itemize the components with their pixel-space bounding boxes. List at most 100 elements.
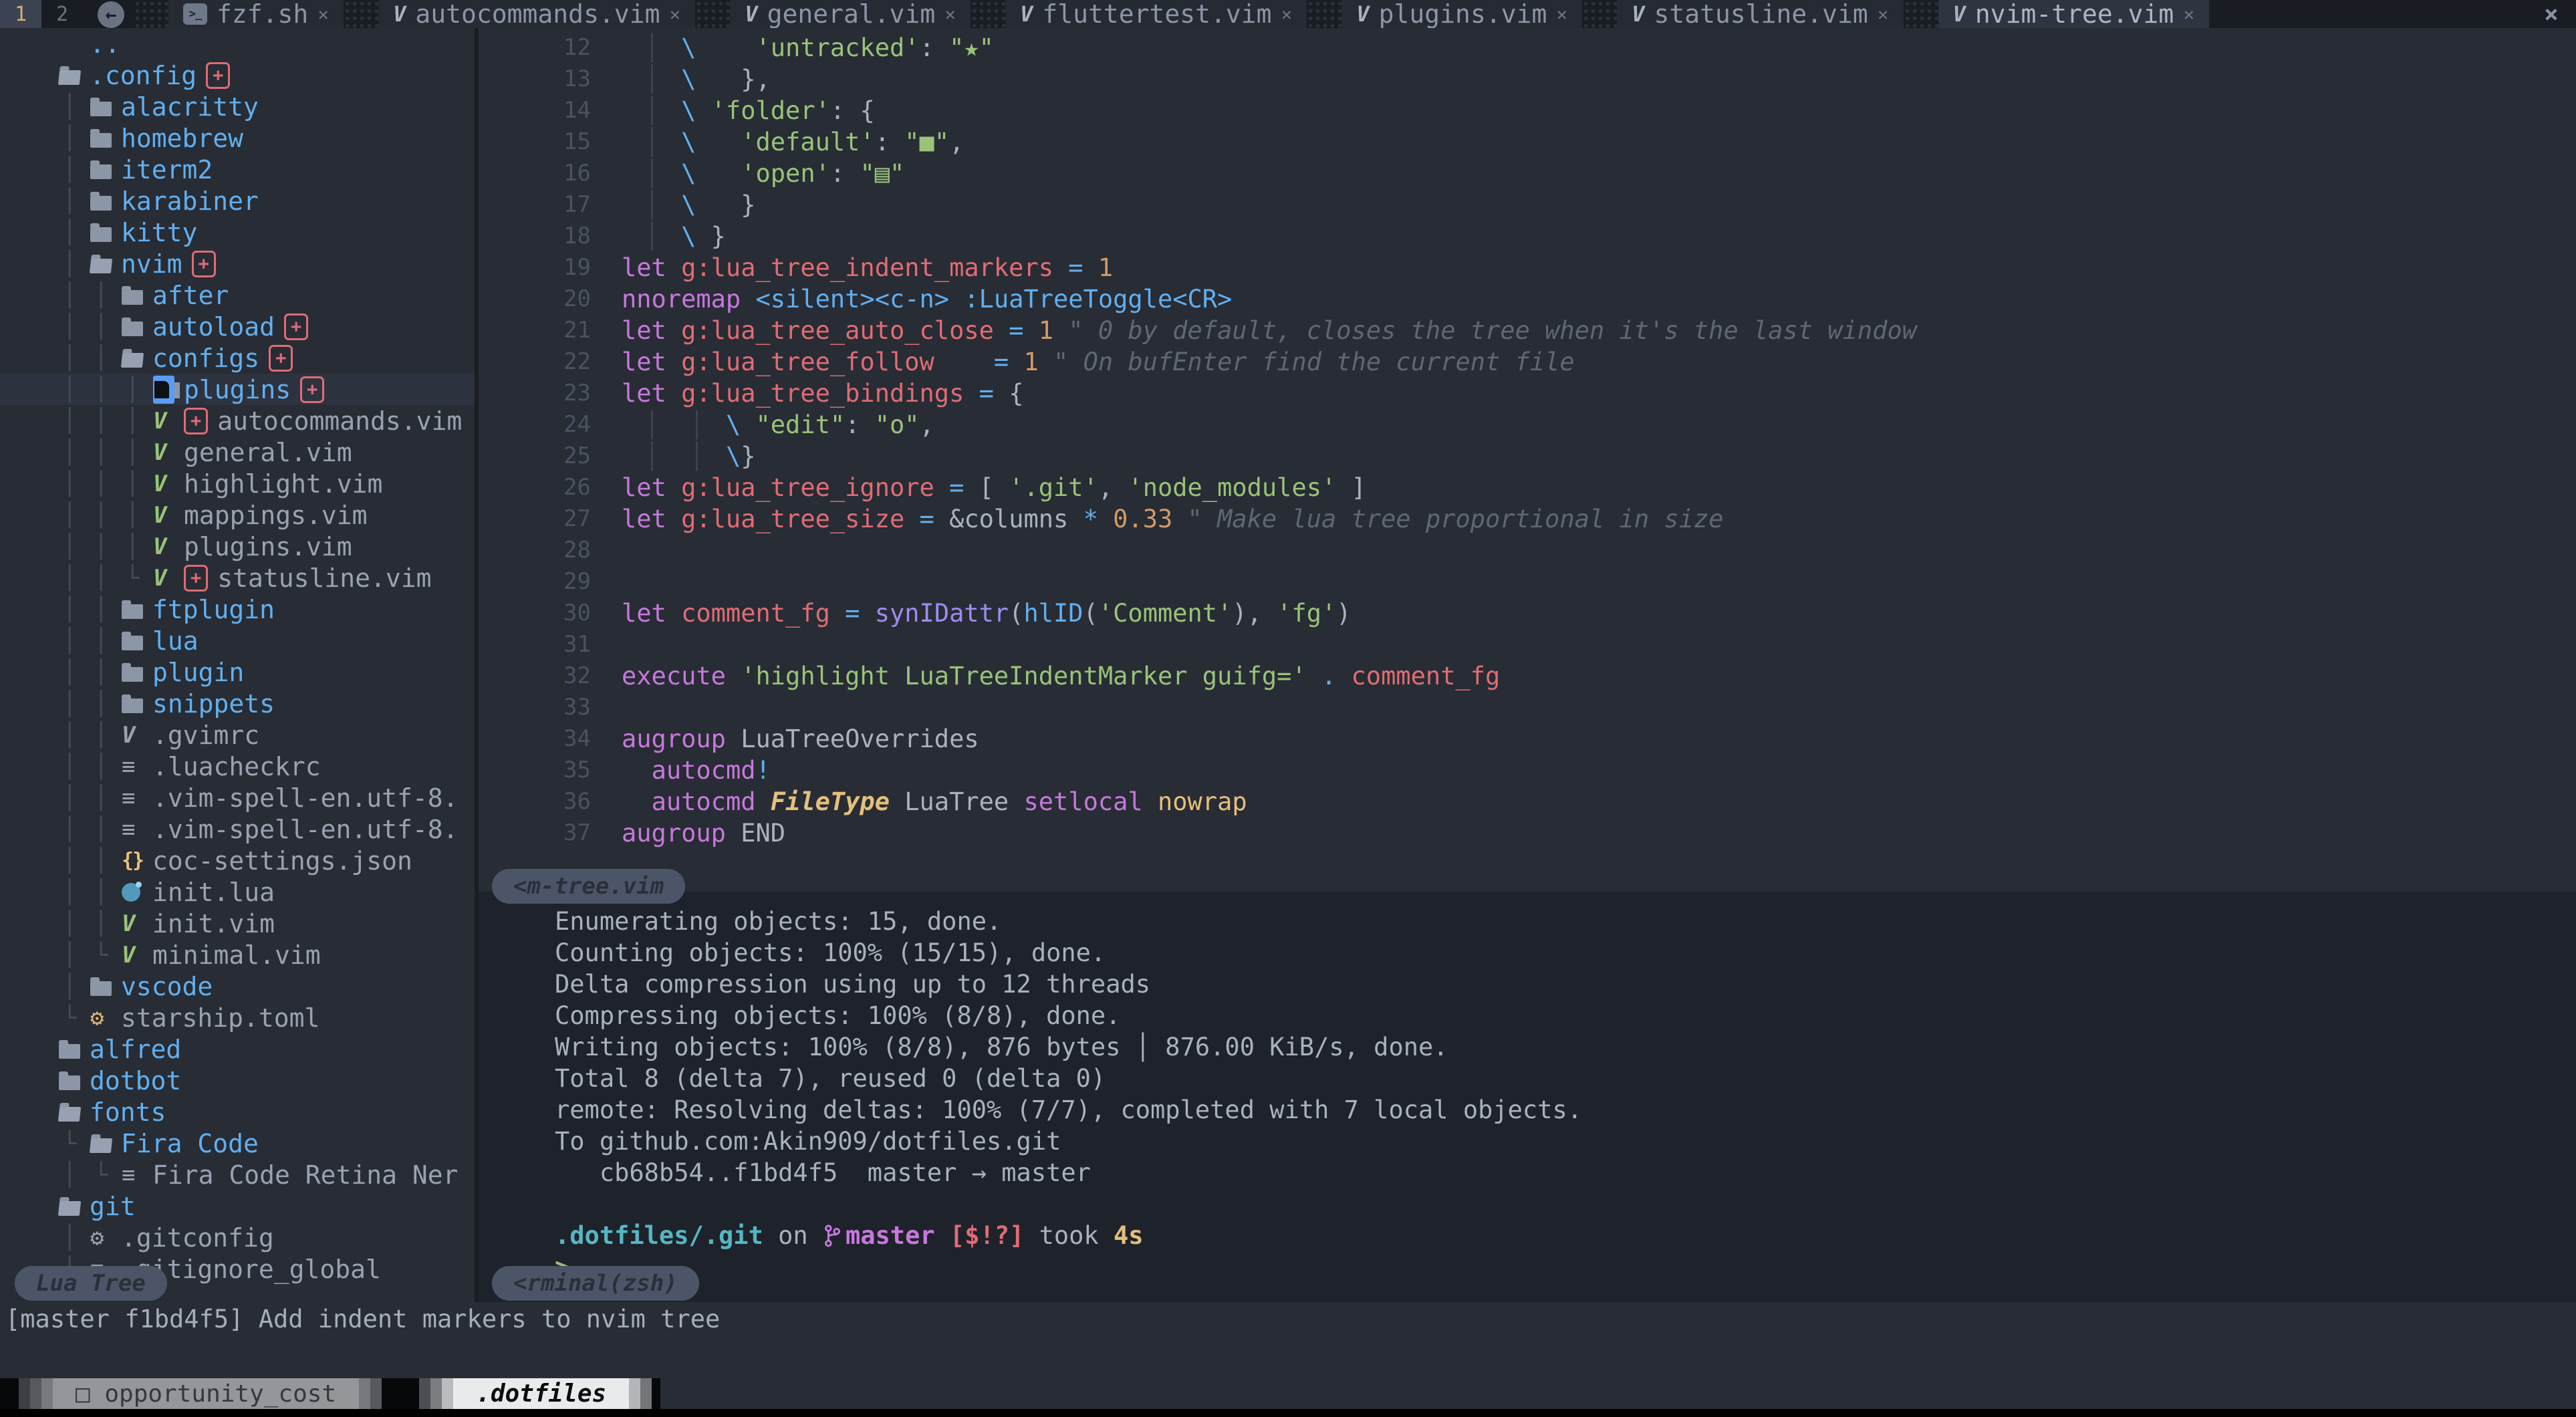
terminal-pane[interactable]: Enumerating objects: 15, done.Counting o… bbox=[479, 892, 2576, 1316]
tree-row-minimal.vim[interactable]: │└Vminimal.vim bbox=[0, 939, 475, 971]
tab-plugins.vim[interactable]: Vplugins.vim× bbox=[1341, 0, 1582, 28]
code-line[interactable]: 22let g:lua_tree_follow = 1 " On bufEnte… bbox=[479, 346, 2576, 378]
buffer-tab-2[interactable]: 2 bbox=[41, 0, 83, 28]
tree-row-alfred[interactable]: alfred bbox=[0, 1033, 475, 1065]
tab-fluttertest.vim[interactable]: Vfluttertest.vim× bbox=[1005, 0, 1307, 28]
code-line[interactable]: 14 ▏ \ 'folder': { bbox=[479, 95, 2576, 126]
back-icon[interactable]: ← bbox=[98, 1, 124, 28]
code-line[interactable]: 33 bbox=[479, 692, 2576, 723]
tree-row-nvim[interactable]: │nvim+ bbox=[0, 248, 475, 279]
tree-item-label: .luacheckrc bbox=[152, 752, 321, 781]
tree-row-configs[interactable]: ││configs+ bbox=[0, 342, 475, 374]
tree-row-kitty[interactable]: │kitty bbox=[0, 217, 475, 248]
code-line[interactable]: 19let g:lua_tree_indent_markers = 1 bbox=[479, 252, 2576, 283]
tree-row-git[interactable]: git bbox=[0, 1190, 475, 1222]
code-line[interactable]: 30let comment_fg = synIDattr(hlID('Comme… bbox=[479, 598, 2576, 629]
code-line[interactable]: 21let g:lua_tree_auto_close = 1 " 0 by d… bbox=[479, 315, 2576, 346]
tree-row-statusline.vim[interactable]: ││└V+statusline.vim bbox=[0, 562, 475, 594]
tree-row-highlight.vim[interactable]: │││Vhighlight.vim bbox=[0, 468, 475, 499]
line-number: 25 bbox=[479, 440, 591, 472]
buffer-tab-1[interactable]: 1 bbox=[0, 0, 41, 28]
code-line[interactable]: 31 bbox=[479, 629, 2576, 660]
tree-row-iterm2[interactable]: │iterm2 bbox=[0, 154, 475, 185]
code-line[interactable]: 13 ▏ \ }, bbox=[479, 63, 2576, 95]
code-line[interactable]: 18 ▏ \ } bbox=[479, 221, 2576, 252]
tree-row-plugin[interactable]: ││plugin bbox=[0, 656, 475, 688]
tree-row-plugins.vim[interactable]: │││Vplugins.vim bbox=[0, 531, 475, 562]
code-line[interactable]: 29 bbox=[479, 566, 2576, 598]
tree-item-label: ftplugin bbox=[152, 595, 275, 624]
tree-row-autoload[interactable]: ││autoload+ bbox=[0, 311, 475, 342]
tree-row-ftplugin[interactable]: ││ftplugin bbox=[0, 594, 475, 625]
tree-row-.config[interactable]: .config+ bbox=[0, 59, 475, 91]
tree-row-init.lua[interactable]: ││init.lua bbox=[0, 876, 475, 908]
tree-row-general.vim[interactable]: │││Vgeneral.vim bbox=[0, 436, 475, 468]
tree-row-vscode[interactable]: │vscode bbox=[0, 971, 475, 1002]
code-line[interactable]: 26let g:lua_tree_ignore = [ '.git', 'nod… bbox=[479, 472, 2576, 503]
code-line[interactable]: 27let g:lua_tree_size = &columns * 0.33 … bbox=[479, 503, 2576, 535]
tab-close-icon[interactable]: × bbox=[1878, 3, 1889, 25]
tree-row-plugins[interactable]: │││plugins+ bbox=[0, 374, 475, 405]
tree-row-autocommands.vim[interactable]: │││V+autocommands.vim bbox=[0, 405, 475, 436]
tab-statusline.vim[interactable]: Vstatusline.vim× bbox=[1617, 0, 1903, 28]
editor-pane[interactable]: 12 ▏ \ 'untracked': "★"13 ▏ \ },14 ▏ \ '… bbox=[479, 28, 2576, 896]
tree-row-alacritty[interactable]: │alacritty bbox=[0, 91, 475, 122]
tab-autocommands.vim[interactable]: Vautocommands.vim× bbox=[378, 0, 695, 28]
code-line[interactable]: 36 autocmd FileType LuaTree setlocal now… bbox=[479, 786, 2576, 817]
tree-row-.gvimrc[interactable]: ││V.gvimrc bbox=[0, 719, 475, 751]
code-line[interactable]: 23let g:lua_tree_bindings = { bbox=[479, 378, 2576, 409]
close-all-icon[interactable]: × bbox=[2527, 0, 2576, 28]
tree-row-lua[interactable]: ││lua bbox=[0, 625, 475, 656]
tree-row-snippets[interactable]: ││snippets bbox=[0, 688, 475, 719]
code-line[interactable]: 34augroup LuaTreeOverrides bbox=[479, 723, 2576, 755]
tab-label: fzf.sh bbox=[217, 0, 308, 29]
tab-general.vim[interactable]: Vgeneral.vim× bbox=[730, 0, 971, 28]
tab-nvim-tree.vim[interactable]: Vnvim-tree.vim× bbox=[1938, 0, 2210, 28]
tab-close-icon[interactable]: × bbox=[2183, 3, 2194, 25]
tree-row-init.vim[interactable]: ││Vinit.vim bbox=[0, 908, 475, 939]
code-line[interactable]: 28 bbox=[479, 535, 2576, 566]
code-line[interactable]: 24 ▏ ▏ \ "edit": "o", bbox=[479, 409, 2576, 440]
tree-row-homebrew[interactable]: │homebrew bbox=[0, 122, 475, 154]
code-line[interactable]: 25 ▏ ▏ \} bbox=[479, 440, 2576, 472]
tab-close-icon[interactable]: × bbox=[669, 3, 680, 25]
tree-row-..[interactable]: .. bbox=[0, 28, 475, 59]
code-line[interactable]: 20nnoremap <silent><c-n> :LuaTreeToggle<… bbox=[479, 283, 2576, 315]
tree-row-dotbot[interactable]: dotbot bbox=[0, 1065, 475, 1096]
tree-row-mappings.vim[interactable]: │││Vmappings.vim bbox=[0, 499, 475, 531]
tree-row-fira-code-retina-ner[interactable]: │└≡Fira Code Retina Ner bbox=[0, 1159, 475, 1190]
tree-row-fira-code[interactable]: └Fira Code bbox=[0, 1128, 475, 1159]
tab-fzf.sh[interactable]: >_fzf.sh× bbox=[168, 0, 344, 28]
code-line[interactable]: 32execute 'highlight LuaTreeIndentMarker… bbox=[479, 660, 2576, 692]
tree-row-coc-settings.json[interactable]: ││{}coc-settings.json bbox=[0, 845, 475, 876]
code-line[interactable]: 16 ▏ \ 'open': "▤" bbox=[479, 158, 2576, 189]
tree-row-.luacheckrc[interactable]: ││≡.luacheckrc bbox=[0, 751, 475, 782]
code-line[interactable]: 17 ▏ \ } bbox=[479, 189, 2576, 221]
tree-row-after[interactable]: ││after bbox=[0, 279, 475, 311]
tree-guide: │ bbox=[90, 345, 122, 372]
tree-row-starship.toml[interactable]: └⚙starship.toml bbox=[0, 1002, 475, 1033]
code-line[interactable]: 15 ▏ \ 'default': "■", bbox=[479, 126, 2576, 158]
code-line[interactable]: 37augroup END bbox=[479, 817, 2576, 849]
tree-guide: │ bbox=[122, 408, 153, 434]
tree-row-.vim-spell-en.utf-8.[interactable]: ││≡.vim-spell-en.utf-8. bbox=[0, 813, 475, 845]
tree-row-.gitconfig[interactable]: │⚙.gitconfig bbox=[0, 1222, 475, 1253]
gear-icon: ⚙ bbox=[90, 1005, 121, 1031]
tree-guide: │ bbox=[90, 910, 122, 937]
tab-close-icon[interactable]: × bbox=[944, 3, 956, 25]
tmux-window-opportunity_cost[interactable]: □ opportunity_cost bbox=[19, 1378, 382, 1409]
tab-close-icon[interactable]: × bbox=[1281, 3, 1293, 25]
file-icon: ≡ bbox=[122, 785, 152, 811]
tree-row-.vim-spell-en.utf-8.[interactable]: ││≡.vim-spell-en.utf-8. bbox=[0, 782, 475, 813]
code-line[interactable]: 12 ▏ \ 'untracked': "★" bbox=[479, 32, 2576, 63]
code-text: ▏ \ 'open': "▤" bbox=[591, 159, 904, 188]
tree-row-karabiner[interactable]: │karabiner bbox=[0, 185, 475, 217]
tmux-window-dotfiles[interactable]: .dotfiles bbox=[419, 1378, 652, 1409]
code-text: ▏ ▏ \} bbox=[591, 442, 756, 471]
code-line[interactable]: 35 autocmd! bbox=[479, 755, 2576, 786]
code-text: let g:lua_tree_size = &columns * 0.33 " … bbox=[591, 505, 1723, 533]
tab-close-icon[interactable]: × bbox=[1556, 3, 1567, 25]
tree-guide: │ bbox=[90, 690, 122, 717]
tab-close-icon[interactable]: × bbox=[317, 3, 329, 25]
tree-row-fonts[interactable]: fonts bbox=[0, 1096, 475, 1128]
